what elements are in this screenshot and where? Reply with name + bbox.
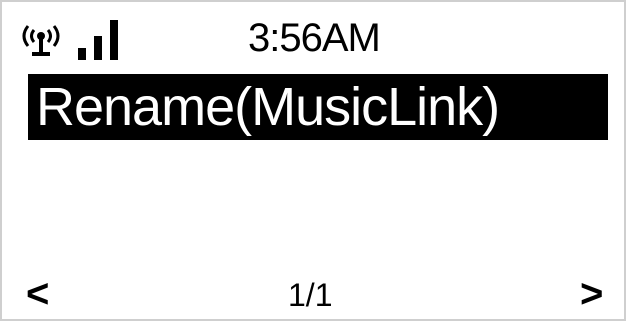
menu-list: Rename(MusicLink): [28, 74, 608, 140]
signal-bar-3: [110, 20, 118, 60]
device-screen: 3:56AM Rename(MusicLink) < 1/1 >: [0, 0, 626, 321]
next-page-arrow[interactable]: >: [580, 272, 603, 316]
menu-item-rename-musiclink[interactable]: Rename(MusicLink): [28, 74, 608, 140]
signal-strength-icon: [78, 20, 118, 60]
status-bar: 3:56AM: [2, 2, 624, 72]
clock-time: 3:56AM: [248, 16, 381, 60]
pagination-footer: < 1/1 >: [2, 272, 624, 321]
signal-bar-1: [78, 48, 86, 60]
previous-page-arrow[interactable]: <: [26, 272, 49, 316]
wifi-icon: [22, 25, 60, 56]
page-indicator: 1/1: [288, 277, 333, 313]
signal-bar-2: [94, 36, 102, 60]
